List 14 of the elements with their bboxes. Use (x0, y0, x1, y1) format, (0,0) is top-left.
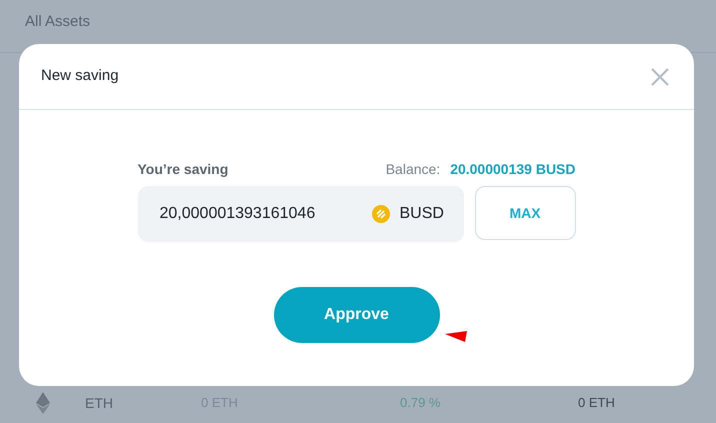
asset-rate: 0.79 % (400, 394, 442, 412)
currency-label: BUSD (400, 204, 444, 224)
amount-label: You’re saving (138, 160, 228, 179)
dialog-title: New saving (41, 66, 119, 86)
close-icon[interactable] (650, 66, 670, 86)
coin-icon (372, 205, 390, 223)
balance-value: 20.00000139 BUSD (450, 160, 576, 179)
amount-field[interactable]: 20,000001393161046 BUSD (138, 186, 464, 242)
balance-label: Balance: (386, 160, 440, 179)
asset-earned: 0 ETH (578, 394, 615, 412)
page-title: All Assets (25, 13, 90, 30)
asset-name: ETH (85, 394, 114, 412)
diamond-icon (36, 392, 50, 414)
amount-value[interactable]: 20,000001393161046 (160, 202, 360, 226)
